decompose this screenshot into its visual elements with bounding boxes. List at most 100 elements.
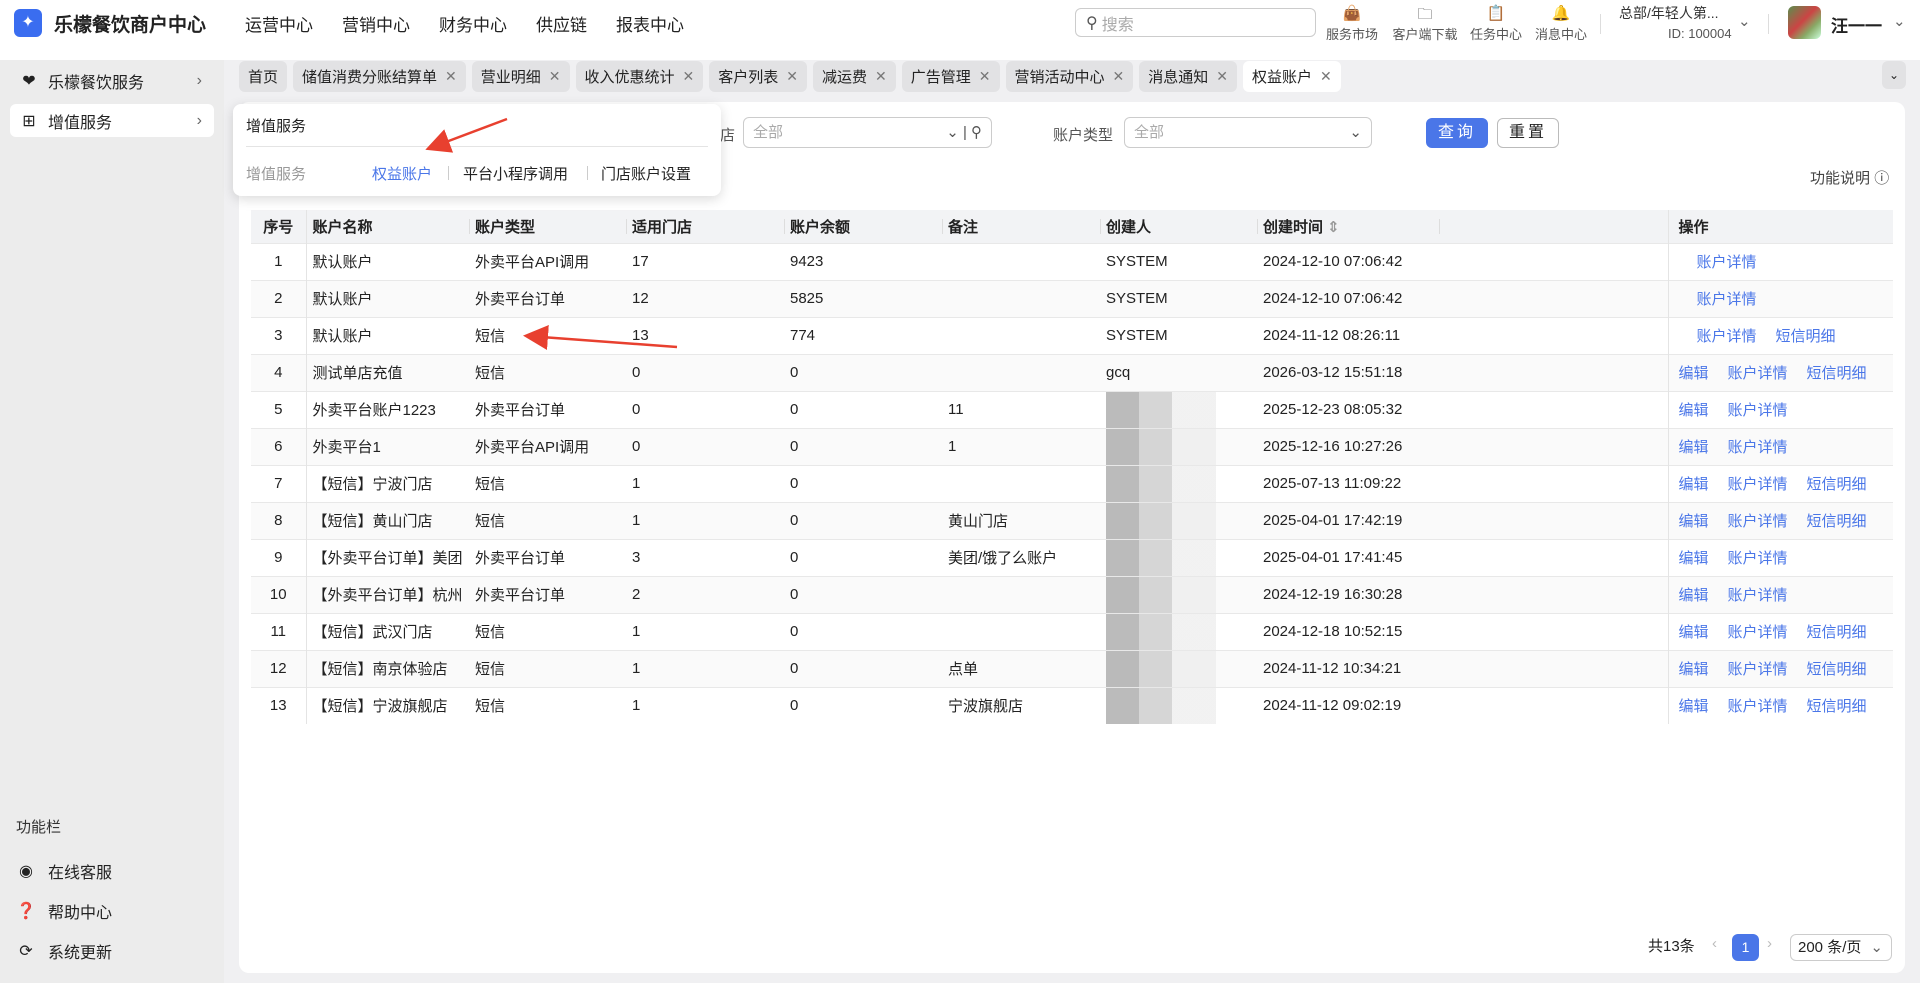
close-icon[interactable]: ✕	[875, 68, 887, 85]
search-input[interactable]: ⚲ 搜索	[1075, 8, 1316, 37]
cell-balance: 0	[784, 649, 942, 687]
column-header: 账户余额	[784, 210, 942, 243]
page-1-button[interactable]: 1	[1732, 934, 1759, 961]
close-icon[interactable]: ✕	[786, 68, 798, 85]
user-name[interactable]: 汪一一	[1831, 12, 1882, 37]
cell-creator: SYSTEM	[1100, 242, 1257, 280]
cell-seq: 2	[251, 279, 307, 317]
close-icon[interactable]: ✕	[683, 68, 695, 85]
cell-seq: 8	[251, 501, 307, 539]
store-select[interactable]: 全部 ⌄ | ⚲	[743, 117, 992, 148]
close-icon[interactable]: ✕	[979, 68, 991, 85]
nav-marketing[interactable]: 营销中心	[342, 11, 410, 36]
op-link[interactable]: 编辑	[1679, 587, 1709, 604]
op-link[interactable]: 账户详情	[1728, 661, 1788, 678]
sidebar-item-value-added[interactable]: ⊞ 增值服务 ›	[10, 104, 214, 137]
op-link[interactable]: 账户详情	[1697, 328, 1757, 345]
nav-ops[interactable]: 运营中心	[245, 11, 313, 36]
help-link[interactable]: 功能说明 ⓘ	[1810, 167, 1889, 188]
chevron-down-icon[interactable]: ⌄	[1893, 12, 1906, 30]
query-button[interactable]: 查询	[1426, 118, 1488, 148]
op-link[interactable]: 短信明细	[1807, 476, 1867, 493]
account-type-select[interactable]: 全部 ⌄	[1124, 117, 1372, 148]
op-link[interactable]: 编辑	[1679, 550, 1709, 567]
op-link[interactable]: 账户详情	[1697, 291, 1757, 308]
chevron-down-icon[interactable]: ⌄	[1738, 12, 1751, 30]
op-link[interactable]: 账户详情	[1728, 365, 1788, 382]
avatar[interactable]	[1788, 6, 1821, 39]
close-icon[interactable]: ✕	[1320, 68, 1332, 85]
cell-creator	[1100, 427, 1257, 465]
op-link[interactable]: 账户详情	[1728, 550, 1788, 567]
nav-supply[interactable]: 供应链	[536, 11, 587, 36]
op-link[interactable]: 编辑	[1679, 513, 1709, 530]
tab-5[interactable]: 减运费 ✕	[813, 61, 896, 92]
tabs-more-button[interactable]: ⌄	[1882, 61, 1906, 89]
nav-finance[interactable]: 财务中心	[439, 11, 507, 36]
tab-1[interactable]: 储值消费分账结算单 ✕	[293, 61, 466, 92]
nav-reports[interactable]: 报表中心	[616, 11, 684, 36]
column-header[interactable]: 创建时间 ⇕	[1257, 210, 1439, 243]
tab-2[interactable]: 营业明细 ✕	[471, 61, 570, 92]
tab-8[interactable]: 消息通知 ✕	[1139, 61, 1238, 92]
close-icon[interactable]: ✕	[1216, 68, 1228, 85]
op-link[interactable]: 账户详情	[1697, 254, 1757, 271]
op-link[interactable]: 编辑	[1679, 661, 1709, 678]
op-link[interactable]: 编辑	[1679, 698, 1709, 715]
op-link[interactable]: 账户详情	[1728, 698, 1788, 715]
op-link[interactable]: 编辑	[1679, 365, 1709, 382]
table-row: 11 【短信】武汉门店 短信 1 0 2024-12-18 10:52:15 编…	[251, 612, 1893, 650]
op-link[interactable]: 短信明细	[1807, 661, 1867, 678]
redacted-mosaic	[1106, 577, 1216, 613]
cell-type: 外卖平台API调用	[469, 427, 626, 465]
reset-button[interactable]: 重置	[1497, 118, 1559, 148]
menu-item-store-account-settings[interactable]: 门店账户设置	[601, 163, 691, 184]
op-link[interactable]: 短信明细	[1776, 328, 1836, 345]
task-center-button[interactable]: 📋 任务中心	[1463, 4, 1529, 43]
op-link[interactable]: 短信明细	[1807, 513, 1867, 530]
cell-seq: 6	[251, 427, 307, 465]
op-link[interactable]: 编辑	[1679, 439, 1709, 456]
menu-item-benefit-account[interactable]: 权益账户	[372, 163, 432, 184]
table-row: 10 【外卖平台订单】杭州 外卖平台订单 2 0 2024-12-19 16:3…	[251, 575, 1893, 613]
tab-6[interactable]: 广告管理 ✕	[901, 61, 1000, 92]
op-link[interactable]: 账户详情	[1728, 587, 1788, 604]
client-download-button[interactable]: 🗀 客户端下载	[1390, 4, 1460, 43]
system-update-item[interactable]: ⟳ 系统更新	[16, 939, 112, 963]
tab-9[interactable]: 权益账户 ✕	[1243, 61, 1341, 92]
service-market-button[interactable]: 👜 服务市场	[1319, 4, 1385, 43]
tab-0[interactable]: 首页	[239, 61, 288, 92]
column-header: 适用门店	[626, 210, 784, 243]
op-link[interactable]: 账户详情	[1728, 476, 1788, 493]
page-size-select[interactable]: 200 条/页 ⌄	[1790, 934, 1892, 961]
message-center-button[interactable]: 🔔 消息中心	[1528, 4, 1594, 43]
op-link[interactable]: 账户详情	[1728, 402, 1788, 419]
op-link[interactable]: 编辑	[1679, 624, 1709, 641]
org-selector[interactable]: 总部/年轻人第...	[1619, 3, 1719, 23]
op-link[interactable]: 账户详情	[1728, 624, 1788, 641]
tab-4[interactable]: 客户列表 ✕	[709, 61, 808, 92]
org-id: ID: 100004	[1668, 26, 1732, 41]
menu-item-mini-program[interactable]: 平台小程序调用	[463, 163, 568, 184]
op-link[interactable]: 短信明细	[1807, 365, 1867, 382]
close-icon[interactable]: ✕	[549, 68, 561, 85]
sidebar-item-catering[interactable]: ❤ 乐檬餐饮服务 ›	[10, 64, 214, 97]
store-filter-label: 店	[720, 127, 736, 144]
op-link[interactable]: 账户详情	[1728, 439, 1788, 456]
tab-3[interactable]: 收入优惠统计 ✕	[575, 61, 704, 92]
op-link[interactable]: 编辑	[1679, 402, 1709, 419]
chevron-down-icon: ⌄	[1870, 939, 1883, 956]
next-page-icon[interactable]: ›	[1767, 935, 1772, 952]
op-link[interactable]: 编辑	[1679, 476, 1709, 493]
help-center-item[interactable]: ❓ 帮助中心	[16, 899, 112, 923]
op-link[interactable]: 账户详情	[1728, 513, 1788, 530]
close-icon[interactable]: ✕	[1113, 68, 1125, 85]
online-support-item[interactable]: ◉ 在线客服	[16, 859, 112, 883]
cell-time: 2025-04-01 17:42:19	[1257, 501, 1439, 539]
op-link[interactable]: 短信明细	[1807, 624, 1867, 641]
tab-7[interactable]: 营销活动中心 ✕	[1005, 61, 1134, 92]
sort-icon[interactable]: ⇕	[1323, 219, 1340, 236]
op-link[interactable]: 短信明细	[1807, 698, 1867, 715]
prev-page-icon[interactable]: ‹	[1712, 935, 1717, 952]
close-icon[interactable]: ✕	[445, 68, 457, 85]
